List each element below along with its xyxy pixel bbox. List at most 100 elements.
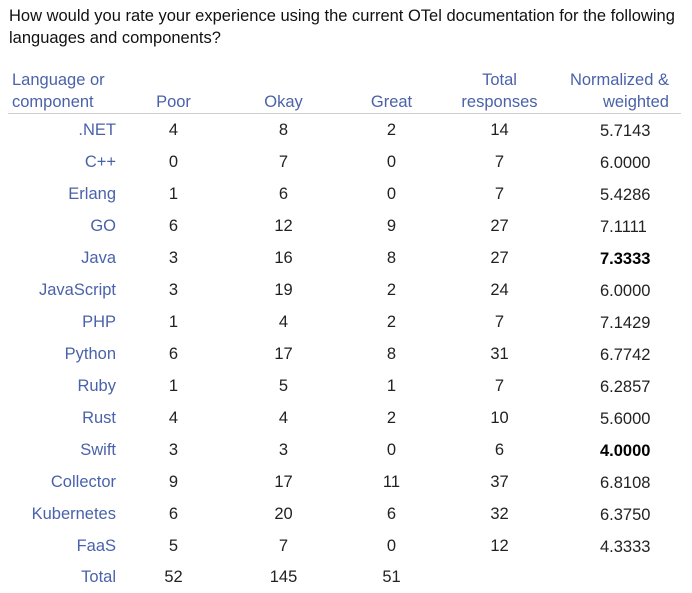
cell-okay: 19 xyxy=(230,274,337,306)
total-responses-empty xyxy=(446,562,553,593)
cell-total-responses: 31 xyxy=(446,338,553,370)
cell-great: 9 xyxy=(337,210,446,242)
header-total-responses: Total responses xyxy=(446,69,553,114)
cell-language: Ruby xyxy=(8,370,117,402)
cell-total-responses: 7 xyxy=(446,146,553,178)
cell-normalized-weighted: 5.4286 xyxy=(553,178,681,210)
cell-okay: 3 xyxy=(230,434,337,466)
cell-poor: 3 xyxy=(117,274,230,306)
survey-question: How would you rate your experience using… xyxy=(9,5,685,49)
cell-poor: 3 xyxy=(117,434,230,466)
cell-language: Swift xyxy=(8,434,117,466)
cell-okay: 6 xyxy=(230,178,337,210)
cell-great: 2 xyxy=(337,274,446,306)
table-row: Python6178316.7742 xyxy=(8,338,681,370)
cell-okay: 20 xyxy=(230,498,337,530)
cell-okay: 17 xyxy=(230,466,337,498)
cell-okay: 17 xyxy=(230,338,337,370)
cell-poor: 3 xyxy=(117,242,230,274)
cell-normalized-weighted: 4.0000 xyxy=(553,434,681,466)
cell-language: Rust xyxy=(8,402,117,434)
table-row: PHP14277.1429 xyxy=(8,306,681,338)
cell-great: 8 xyxy=(337,338,446,370)
cell-great: 0 xyxy=(337,146,446,178)
header-total-line1: Total xyxy=(482,71,517,89)
cell-language: FaaS xyxy=(8,530,117,562)
cell-total-responses: 24 xyxy=(446,274,553,306)
cell-total-responses: 7 xyxy=(446,178,553,210)
header-norm-line1: Normalized & xyxy=(570,71,669,89)
cell-okay: 7 xyxy=(230,146,337,178)
header-poor: Poor xyxy=(117,69,230,114)
cell-okay: 12 xyxy=(230,210,337,242)
cell-poor: 5 xyxy=(117,530,230,562)
cell-great: 2 xyxy=(337,306,446,338)
cell-great: 1 xyxy=(337,370,446,402)
table-row: JavaScript3192246.0000 xyxy=(8,274,681,306)
cell-normalized-weighted: 6.0000 xyxy=(553,146,681,178)
cell-poor: 1 xyxy=(117,370,230,402)
cell-total-responses: 10 xyxy=(446,402,553,434)
cell-total-responses: 12 xyxy=(446,530,553,562)
cell-poor: 6 xyxy=(117,338,230,370)
cell-total-responses: 7 xyxy=(446,306,553,338)
cell-poor: 4 xyxy=(117,402,230,434)
total-label: Total xyxy=(8,562,117,593)
table-row: Kubernetes6206326.3750 xyxy=(8,498,681,530)
cell-normalized-weighted: 6.3750 xyxy=(553,498,681,530)
total-row: Total 52 145 51 xyxy=(8,562,681,593)
cell-great: 0 xyxy=(337,434,446,466)
header-language: Language orcomponent xyxy=(8,69,117,114)
table-row: .NET482145.7143 xyxy=(8,114,681,147)
cell-normalized-weighted: 7.3333 xyxy=(553,242,681,274)
cell-normalized-weighted: 5.7143 xyxy=(553,114,681,147)
total-norm-empty xyxy=(553,562,681,593)
cell-great: 6 xyxy=(337,498,446,530)
cell-poor: 1 xyxy=(117,306,230,338)
cell-language: .NET xyxy=(8,114,117,147)
cell-great: 2 xyxy=(337,402,446,434)
table-header: Language orcomponent Poor Okay Great Tot… xyxy=(8,69,681,114)
total-great: 51 xyxy=(337,562,446,593)
cell-poor: 9 xyxy=(117,466,230,498)
cell-okay: 4 xyxy=(230,402,337,434)
header-row: Language orcomponent Poor Okay Great Tot… xyxy=(8,69,681,114)
table-row: Rust442105.6000 xyxy=(8,402,681,434)
total-okay: 145 xyxy=(230,562,337,593)
cell-okay: 7 xyxy=(230,530,337,562)
cell-total-responses: 27 xyxy=(446,242,553,274)
cell-okay: 8 xyxy=(230,114,337,147)
cell-total-responses: 32 xyxy=(446,498,553,530)
cell-great: 2 xyxy=(337,114,446,147)
cell-great: 0 xyxy=(337,178,446,210)
cell-normalized-weighted: 6.7742 xyxy=(553,338,681,370)
table-row: C++07076.0000 xyxy=(8,146,681,178)
cell-total-responses: 14 xyxy=(446,114,553,147)
table-row: Java3168277.3333 xyxy=(8,242,681,274)
total-poor: 52 xyxy=(117,562,230,593)
table-row: Erlang16075.4286 xyxy=(8,178,681,210)
cell-language: Java xyxy=(8,242,117,274)
cell-normalized-weighted: 6.0000 xyxy=(553,274,681,306)
cell-great: 0 xyxy=(337,530,446,562)
cell-normalized-weighted: 4.3333 xyxy=(553,530,681,562)
cell-poor: 6 xyxy=(117,498,230,530)
cell-normalized-weighted: 7.1429 xyxy=(553,306,681,338)
cell-okay: 5 xyxy=(230,370,337,402)
cell-poor: 1 xyxy=(117,178,230,210)
cell-poor: 0 xyxy=(117,146,230,178)
cell-great: 8 xyxy=(337,242,446,274)
cell-total-responses: 37 xyxy=(446,466,553,498)
table-body: .NET482145.7143C++07076.0000Erlang16075.… xyxy=(8,114,681,593)
header-total-line2: responses xyxy=(461,93,537,111)
cell-language: PHP xyxy=(8,306,117,338)
cell-normalized-weighted: 6.2857 xyxy=(553,370,681,402)
cell-normalized-weighted: 5.6000 xyxy=(553,402,681,434)
cell-language: Erlang xyxy=(8,178,117,210)
cell-great: 11 xyxy=(337,466,446,498)
cell-language: Kubernetes xyxy=(8,498,117,530)
header-great: Great xyxy=(337,69,446,114)
cell-total-responses: 6 xyxy=(446,434,553,466)
table-row: Collector91711376.8108 xyxy=(8,466,681,498)
ratings-table: Language orcomponent Poor Okay Great Tot… xyxy=(8,69,681,593)
